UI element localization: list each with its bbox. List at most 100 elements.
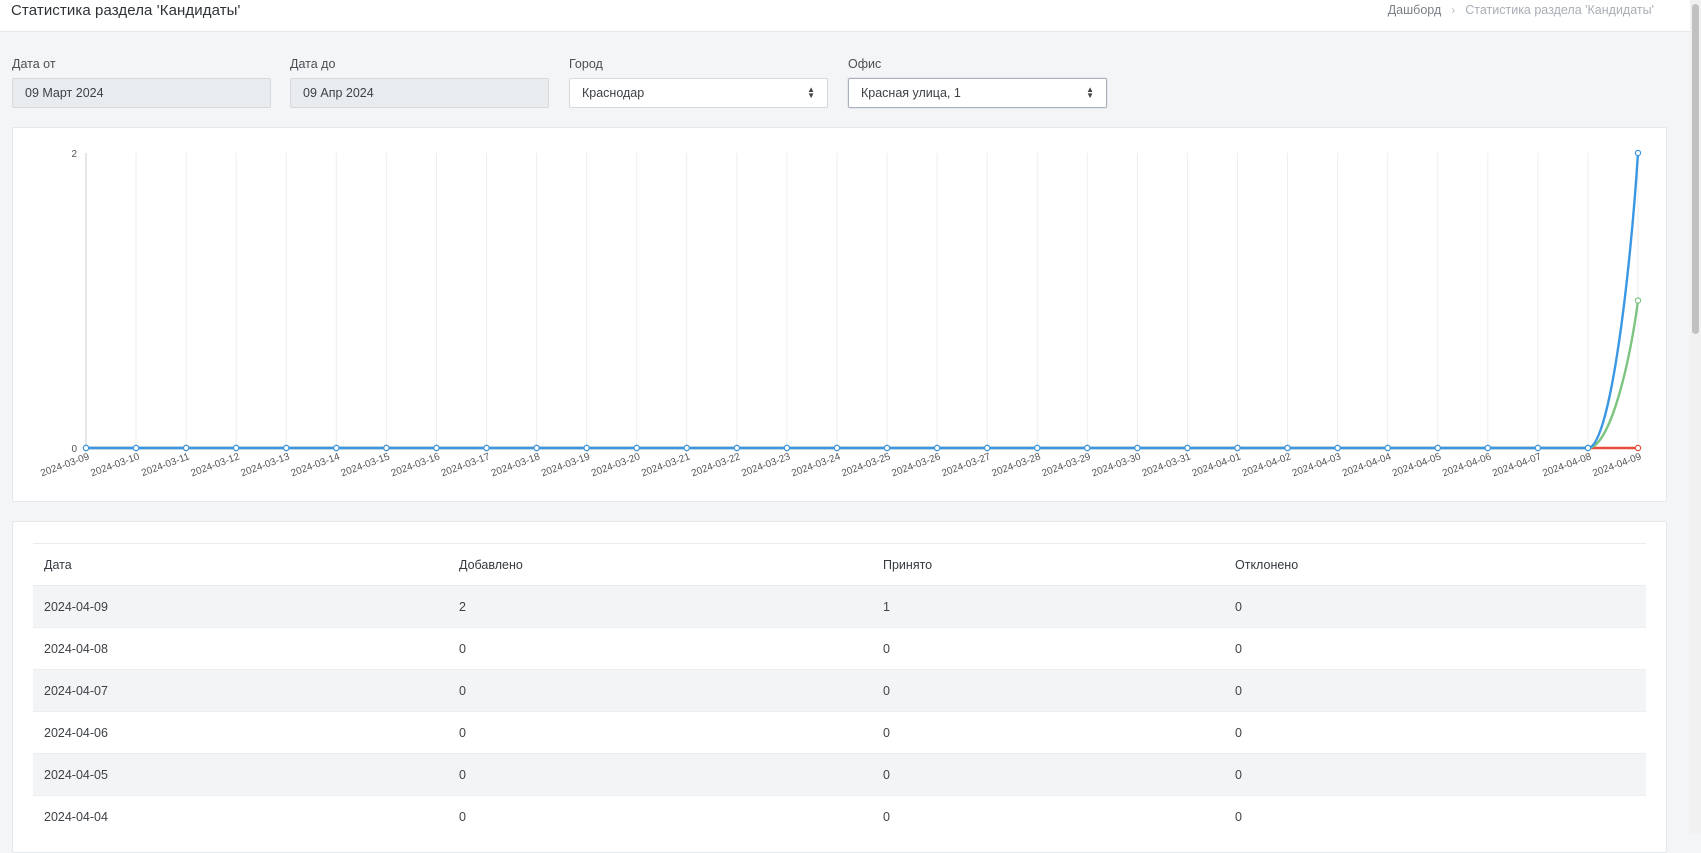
data-point — [483, 444, 490, 452]
cell-added: 0 — [448, 795, 872, 837]
chart-x-labels: 2024-03-092024-03-102024-03-112024-03-12… — [39, 451, 1643, 479]
page-header: Статистика раздела 'Кандидаты' Дашборд ›… — [0, 0, 1690, 32]
series-line-1 — [86, 300, 1640, 450]
table-row: 2024-04-08 0 0 0 — [33, 627, 1646, 670]
x-tick-label: 2024-04-08 — [1541, 451, 1593, 479]
data-point — [1634, 297, 1642, 304]
x-tick-label: 2024-03-21 — [640, 451, 692, 479]
data-point — [1084, 444, 1091, 452]
data-point — [533, 444, 540, 452]
data-point — [1184, 444, 1191, 452]
x-tick-label: 2024-03-15 — [340, 451, 392, 479]
data-point — [1034, 444, 1041, 452]
cell-rejected: 0 — [1224, 753, 1646, 796]
cell-accepted: 0 — [872, 669, 1224, 712]
table-row: 2024-04-07 0 0 0 — [33, 669, 1646, 712]
x-tick-label: 2024-04-01 — [1191, 451, 1243, 479]
date-from-input[interactable]: 09 Март 2024 — [12, 78, 271, 108]
x-tick-label: 2024-03-26 — [890, 451, 942, 479]
office-filter: Офис Красная улица, 1 ▲ ▼ — [848, 57, 1107, 108]
date-to-filter: Дата до 09 Апр 2024 — [290, 57, 549, 108]
chart-grid — [135, 153, 1639, 448]
data-point — [232, 444, 240, 452]
cell-added: 0 — [448, 627, 872, 670]
column-header-date[interactable]: Дата — [33, 543, 448, 586]
select-arrows-icon: ▲ ▼ — [1086, 85, 1094, 100]
x-tick-label: 2024-03-29 — [1040, 451, 1092, 479]
x-tick-label: 2024-03-13 — [239, 451, 291, 479]
table-row: 2024-04-04 0 0 0 — [33, 795, 1646, 837]
column-header-rejected[interactable]: Отклонено — [1224, 543, 1646, 586]
page-title: Статистика раздела 'Кандидаты' — [11, 2, 241, 19]
city-filter: Город Краснодар ▲ ▼ — [569, 57, 828, 108]
x-tick-label: 2024-04-06 — [1441, 451, 1493, 479]
data-point — [733, 444, 741, 452]
data-point — [383, 444, 390, 452]
cell-date: 2024-04-09 — [33, 585, 448, 628]
x-tick-label: 2024-03-18 — [490, 451, 542, 479]
cell-date: 2024-04-05 — [33, 753, 448, 796]
x-tick-label: 2024-03-28 — [990, 451, 1042, 479]
data-point — [182, 444, 190, 452]
scrollbar-thumb[interactable] — [1692, 4, 1699, 334]
x-tick-label: 2024-04-02 — [1241, 451, 1293, 479]
date-to-input[interactable]: 09 Апр 2024 — [290, 78, 549, 108]
data-point — [933, 444, 941, 452]
data-point — [1284, 444, 1291, 452]
office-select[interactable]: Красная улица, 1 ▲ ▼ — [848, 78, 1107, 108]
table-row: 2024-04-06 0 0 0 — [33, 711, 1646, 754]
cell-rejected: 0 — [1224, 585, 1646, 628]
select-arrows-icon: ▲ ▼ — [807, 85, 815, 100]
column-header-added[interactable]: Добавлено — [448, 543, 872, 586]
cell-accepted: 0 — [872, 711, 1224, 754]
city-select[interactable]: Краснодар ▲ ▼ — [569, 78, 828, 108]
x-tick-label: 2024-03-22 — [690, 451, 742, 479]
data-point — [333, 444, 340, 452]
candidates-line-chart: 02 2024-03-092024-03-102024-03-112024-03… — [39, 149, 1643, 479]
data-point — [683, 444, 690, 452]
data-point — [1584, 444, 1592, 452]
cell-date: 2024-04-08 — [33, 627, 448, 670]
data-point — [783, 444, 791, 452]
data-point — [883, 444, 891, 452]
data-point — [433, 444, 440, 452]
cell-accepted: 0 — [872, 753, 1224, 796]
chart-card: 02 2024-03-09 2024-03-10 2024-03-11 2024-03… — [12, 127, 1667, 502]
x-tick-label: 2024-04-03 — [1291, 451, 1343, 479]
date-to-value: 09 Апр 2024 — [303, 86, 374, 100]
x-tick-label: 2024-03-16 — [390, 451, 442, 479]
x-tick-label: 2024-04-09 — [1591, 451, 1643, 479]
x-tick-label: 2024-03-10 — [89, 451, 141, 479]
x-tick-label: 2024-03-12 — [189, 451, 241, 479]
cell-rejected: 0 — [1224, 669, 1646, 712]
data-point — [1534, 444, 1542, 452]
data-point — [1384, 444, 1391, 452]
data-point — [132, 444, 140, 452]
data-point — [1334, 444, 1341, 452]
data-point — [833, 444, 841, 452]
x-tick-label: 2024-04-05 — [1391, 451, 1443, 479]
breadcrumb-dashboard-link[interactable]: Дашборд — [1388, 3, 1442, 17]
y-tick-label: 2 — [71, 149, 77, 160]
stats-table: Дата Добавлено Принято Отклонено 2024-04… — [33, 543, 1646, 837]
page-scrollbar[interactable] — [1690, 0, 1701, 834]
cell-added: 0 — [448, 753, 872, 796]
office-value: Красная улица, 1 — [861, 86, 961, 100]
x-tick-label: 2024-03-31 — [1141, 451, 1193, 479]
x-tick-label: 2024-03-20 — [590, 451, 642, 479]
series-line-2 — [86, 152, 1640, 450]
city-value: Краснодар — [582, 86, 645, 100]
chevron-right-icon: › — [1451, 3, 1456, 17]
cell-date: 2024-04-07 — [33, 669, 448, 712]
data-point — [633, 444, 640, 452]
cell-added: 0 — [448, 669, 872, 712]
x-tick-label: 2024-03-19 — [540, 451, 592, 479]
cell-date: 2024-04-04 — [33, 795, 448, 837]
chart-series — [82, 149, 1642, 452]
column-header-accepted[interactable]: Принято — [872, 543, 1224, 586]
data-point — [283, 444, 290, 452]
stats-table-card: Дата Добавлено Принято Отклонено 2024-04… — [12, 521, 1667, 853]
cell-rejected: 0 — [1224, 795, 1646, 837]
x-tick-label: 2024-04-07 — [1491, 451, 1543, 479]
x-tick-label: 2024-03-09 — [39, 451, 91, 479]
